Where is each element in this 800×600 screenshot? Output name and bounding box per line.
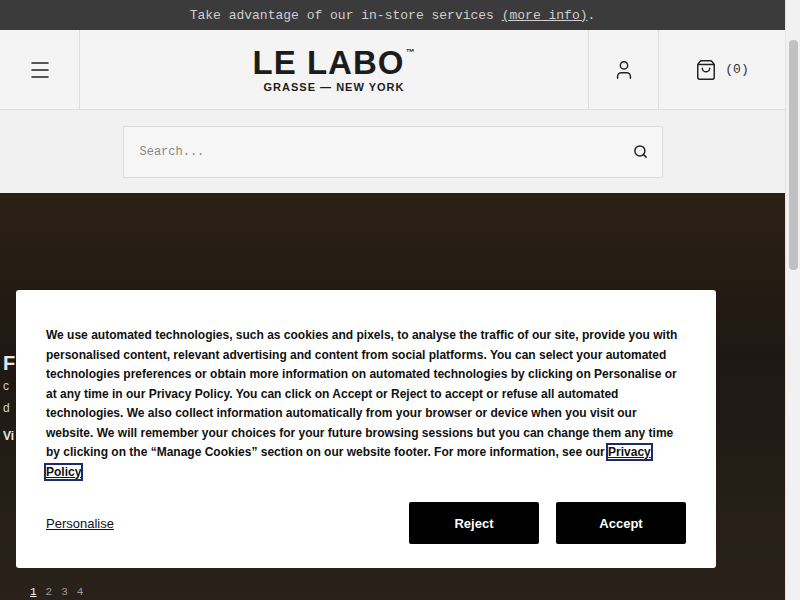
search-input[interactable] xyxy=(138,144,625,160)
main: Take advantage of our in-store services … xyxy=(0,0,785,600)
hamburger-icon[interactable] xyxy=(28,58,52,82)
scrollbar-thumb[interactable] xyxy=(789,40,798,270)
cookie-button[interactable]: Reject xyxy=(409,502,539,544)
account-button[interactable] xyxy=(588,30,658,109)
slide-number[interactable]: 2 xyxy=(46,586,53,598)
announcement-bar: Take advantage of our in-store services … xyxy=(0,0,785,30)
cart-count: (0) xyxy=(725,62,748,77)
header: LE LABO™ GRASSE — NEW YORK (0) xyxy=(0,30,785,110)
logo-name[interactable]: LE LABO™ xyxy=(253,47,416,79)
slide-pagination: 1234 xyxy=(30,586,785,598)
cookie-button[interactable]: Accept xyxy=(556,502,686,544)
search-box xyxy=(123,126,663,178)
logo-tagline: GRASSE — NEW YORK xyxy=(264,81,405,93)
page: Take advantage of our in-store services … xyxy=(0,0,800,600)
announcement-suffix: . xyxy=(588,8,596,23)
bag-icon[interactable] xyxy=(695,59,717,81)
menu-button[interactable] xyxy=(0,30,80,109)
slide-number[interactable]: 4 xyxy=(77,586,84,598)
cookie-text: We use automated technologies, such as c… xyxy=(46,326,686,482)
scrollbar[interactable] xyxy=(785,0,800,600)
cart-button[interactable]: (0) xyxy=(658,30,785,109)
slide-number[interactable]: 1 xyxy=(30,586,37,598)
logo-mark: ™ xyxy=(405,47,415,57)
personalise-link[interactable]: Personalise xyxy=(46,516,114,531)
search-icon[interactable] xyxy=(633,144,648,159)
cookie-banner: We use automated technologies, such as c… xyxy=(16,290,716,568)
slide-number[interactable]: 3 xyxy=(61,586,68,598)
privacy-policy-link[interactable]: Privacy Policy xyxy=(46,445,651,479)
search-area xyxy=(0,110,785,193)
logo[interactable]: LE LABO™ GRASSE — NEW YORK xyxy=(80,30,588,109)
user-icon[interactable] xyxy=(613,59,635,81)
cookie-actions: Personalise Reject Accept xyxy=(46,502,686,544)
more-info-link[interactable]: (more info) xyxy=(502,8,588,23)
announcement-text: Take advantage of our in-store services xyxy=(190,8,502,23)
